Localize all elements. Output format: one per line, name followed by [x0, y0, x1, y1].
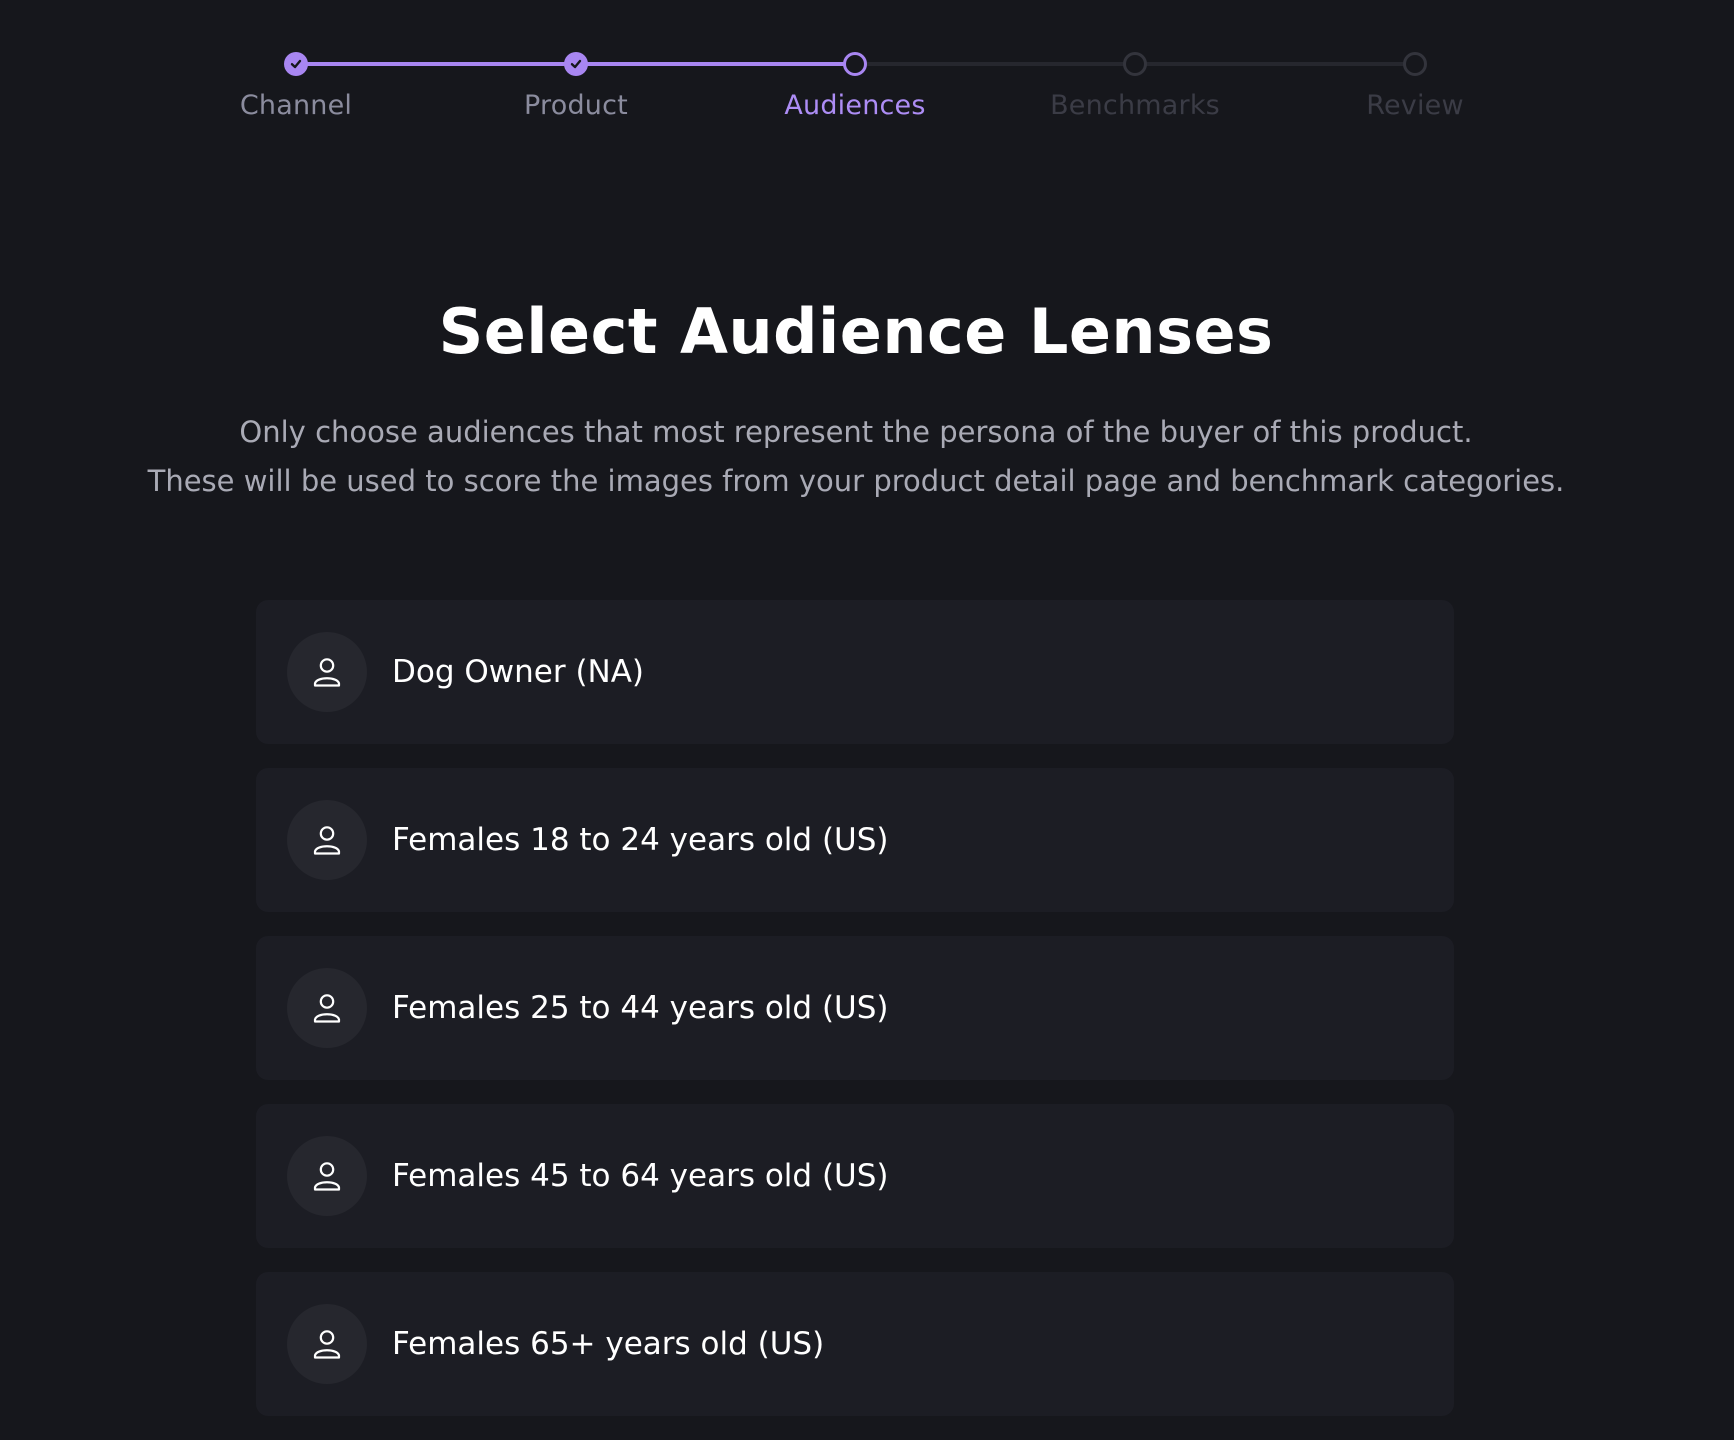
page-description: Only choose audiences that most represen…	[0, 408, 1712, 506]
progress-stepper: Channel Product Audiences Benchmarks Rev…	[0, 0, 1734, 160]
avatar	[287, 1304, 367, 1384]
avatar	[287, 968, 367, 1048]
step-review: Review	[1295, 0, 1535, 140]
audience-label: Females 25 to 44 years old (US)	[392, 990, 889, 1026]
avatar	[287, 800, 367, 880]
step-product[interactable]: Product	[456, 0, 696, 140]
user-icon	[313, 994, 341, 1023]
page-title: Select Audience Lenses	[438, 295, 1274, 368]
user-icon	[313, 1162, 341, 1191]
check-icon	[284, 52, 308, 76]
audience-option-females-45-64[interactable]: Females 45 to 64 years old (US)	[256, 1104, 1454, 1248]
user-icon	[313, 658, 341, 687]
audience-label: Dog Owner (NA)	[392, 654, 645, 690]
audience-label: Females 18 to 24 years old (US)	[392, 822, 889, 858]
user-icon	[313, 826, 341, 855]
pending-step-icon	[1123, 52, 1147, 76]
step-audiences[interactable]: Audiences	[735, 0, 975, 140]
audience-option-females-65-plus[interactable]: Females 65+ years old (US)	[256, 1272, 1454, 1416]
current-step-icon	[843, 52, 867, 76]
audience-label: Females 65+ years old (US)	[392, 1326, 825, 1362]
user-icon	[313, 1330, 341, 1359]
check-icon	[564, 52, 588, 76]
audience-option-females-18-24[interactable]: Females 18 to 24 years old (US)	[256, 768, 1454, 912]
avatar	[287, 632, 367, 712]
step-label: Review	[1366, 90, 1464, 121]
step-label: Product	[524, 90, 628, 121]
pending-step-icon	[1403, 52, 1427, 76]
step-label: Channel	[239, 90, 353, 121]
description-line-2: These will be used to score the images f…	[147, 464, 1565, 498]
step-benchmarks: Benchmarks	[1015, 0, 1255, 140]
step-channel[interactable]: Channel	[176, 0, 416, 140]
description-line-1: Only choose audiences that most represen…	[239, 415, 1473, 449]
audience-label: Females 45 to 64 years old (US)	[392, 1158, 889, 1194]
step-label: Audiences	[784, 90, 926, 121]
audience-option-dog-owner[interactable]: Dog Owner (NA)	[256, 600, 1454, 744]
audience-option-females-25-44[interactable]: Females 25 to 44 years old (US)	[256, 936, 1454, 1080]
avatar	[287, 1136, 367, 1216]
audience-list: Dog Owner (NA) Females 18 to 24 years ol…	[256, 600, 1454, 1440]
step-label: Benchmarks	[1050, 90, 1220, 121]
